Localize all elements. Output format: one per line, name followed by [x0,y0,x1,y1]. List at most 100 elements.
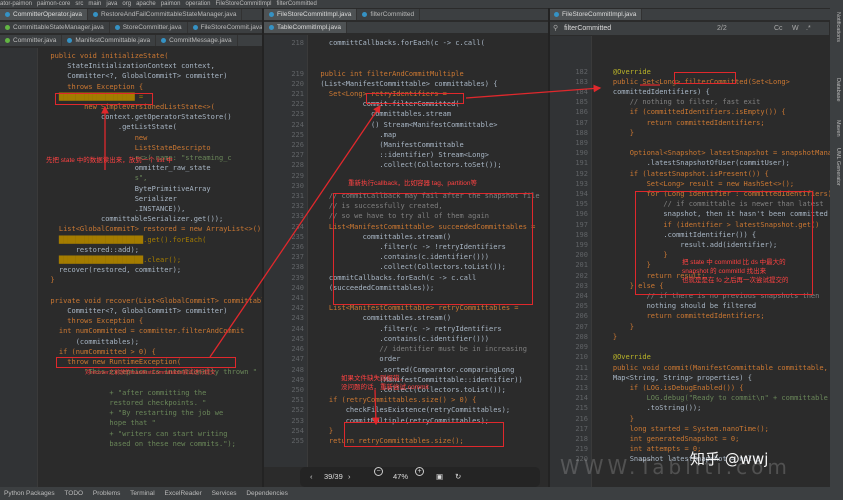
line-number: 218 [575,434,588,443]
code-line: ListStateDescripto [42,143,211,152]
line-number: 220 [291,79,304,88]
line-number: 224 [291,120,304,129]
words-toggle[interactable]: W [792,22,799,36]
code-line: } [596,332,618,341]
line-number: 185 [575,98,588,107]
status-excel-reader[interactable]: ExcelReader [165,490,202,497]
left-editor[interactable]: public void initializeState( StateInitia… [0,48,262,487]
breadcrumb-item[interactable]: paimon-core [37,1,70,7]
breadcrumb-item[interactable]: apache [136,1,156,7]
right-tab-row: FileStoreCommitImpl.java [549,9,830,21]
status-python-packages[interactable]: Python Packages [4,490,55,497]
tab-file-store-commit[interactable]: FileStoreCommit.java [188,22,262,33]
breadcrumb-item[interactable]: FileStoreCommitImpl [215,1,271,7]
line-number: 210 [575,353,588,362]
code-line: // commitCallback may fail after the sna… [312,192,540,201]
code-line: int generatedSnapshot = 0; [596,434,740,443]
line-number: 252 [291,406,304,415]
status-terminal[interactable]: Terminal [130,490,155,497]
tab-manifest-committable[interactable]: ManifestCommittable.java [62,35,157,46]
line-number: 235 [291,232,304,241]
code-line: .getListState( [42,123,177,132]
line-number: 240 [291,283,304,292]
breadcrumb-item[interactable]: operation [185,1,210,7]
search-input[interactable]: filterCommitted [564,25,611,32]
line-number: 205 [575,302,588,311]
tab-restore-state-manager[interactable]: RestoreAndFailCommittableStateManager.ja… [88,9,243,20]
maven-tool[interactable]: Maven [835,120,841,137]
status-todo[interactable]: TODO [64,490,83,497]
line-number: 226 [291,141,304,150]
middle-editor[interactable]: 218 219 220 221 222 223 224 225 226 227 228 229 230… [264,35,548,467]
fit-page-icon[interactable]: ▣ [436,467,443,487]
line-number: 218 [291,39,304,47]
code-line: hope that " [42,419,156,428]
match-case-toggle[interactable]: Cc [774,22,783,36]
prev-page-icon[interactable]: ‹ [310,467,313,487]
next-page-icon[interactable]: › [348,467,351,487]
regex-toggle[interactable]: .* [806,22,811,36]
line-number: 189 [575,139,588,148]
database-tool[interactable]: Database [835,78,841,102]
code-line: recover(restored, committer); [42,266,182,275]
code-line: if (identifier > latestSnapshot.get() [596,220,820,229]
status-services[interactable]: Services [212,490,237,497]
line-number [264,48,308,58]
line-number: 249 [291,375,304,384]
line-number: 182 [575,67,588,76]
code-line: context.getOperatorStateStore() [42,113,232,122]
line-number: 195 [575,200,588,209]
tab-committable-state-manager[interactable]: CommittableStateManager.java [0,22,110,33]
tab-store-committer[interactable]: StoreCommitter.java [110,22,188,33]
line-number: 221 [291,90,304,99]
line-number: 186 [575,108,588,117]
line-number: 241 [291,294,304,303]
code-line: ██████████████████ = [42,92,144,101]
code-line: // is successfully created, [312,202,443,211]
line-number: 190 [575,149,588,158]
breadcrumb-item[interactable]: ator-paimon [0,1,32,7]
breadcrumb-item[interactable]: java [106,1,117,7]
code-line: throws Exception { [42,82,144,91]
line-number [550,56,592,66]
tab-commit-message[interactable]: CommitMessage.java [156,35,238,46]
line-number: 216 [575,414,588,423]
breadcrumb-item[interactable]: org [122,1,131,7]
status-problems[interactable]: Problems [93,490,120,497]
line-number: 244 [291,324,304,333]
uml-generator-tool[interactable]: UML Generator [835,148,841,186]
breadcrumb-item[interactable]: paimon [161,1,181,7]
line-number: 193 [575,179,588,188]
breadcrumb-item[interactable]: filterCommitted [277,1,317,7]
tab-file-store-commit-impl-right[interactable]: FileStoreCommitImpl.java [549,9,643,20]
breadcrumb-item[interactable]: src [75,1,83,7]
line-number: 236 [291,243,304,252]
code-line: } [312,426,334,435]
breadcrumb-item[interactable]: main [88,1,101,7]
status-bar: Python Packages TODO Problems Terminal E… [0,487,843,500]
page-indicator: 39/39 [324,472,343,481]
left-gutter [0,48,38,487]
code-line: committables.stream [312,110,452,119]
rotate-icon[interactable]: ↻ [455,467,461,487]
line-number: 212 [575,373,588,382]
line-number: 228 [291,161,304,170]
line-number: 247 [291,355,304,364]
code-line: public int filterAndCommitMultiple [312,69,464,78]
code-line: .map [312,130,397,139]
notifications-tool[interactable]: Notifications [835,12,841,42]
code-line: Optional<Snapshot> latestSnapshot = snap… [596,149,830,158]
line-number [264,58,308,68]
right-tool-strip: Notifications Database Maven UML Generat… [830,8,843,487]
code-line: List<GlobalCommitT> restored = new Array… [42,225,262,234]
status-dependencies[interactable]: Dependencies [246,490,288,497]
tab-committer[interactable]: Committer.java [0,35,63,46]
code-line: (List<ManifestCommittable> committables)… [312,79,498,88]
tab-committer-operator[interactable]: CommitterOperator.java [0,9,88,20]
code-line: long started = System.nanoTime(); [596,424,769,433]
code-line: ████████████████████.get().forEach( [42,235,207,244]
code-line: ████████████████████.clear(); [42,256,182,265]
code-line: .INSTANCE)), [42,205,186,214]
tab-table-commit-impl[interactable]: TableCommitImpl.java [264,22,347,33]
